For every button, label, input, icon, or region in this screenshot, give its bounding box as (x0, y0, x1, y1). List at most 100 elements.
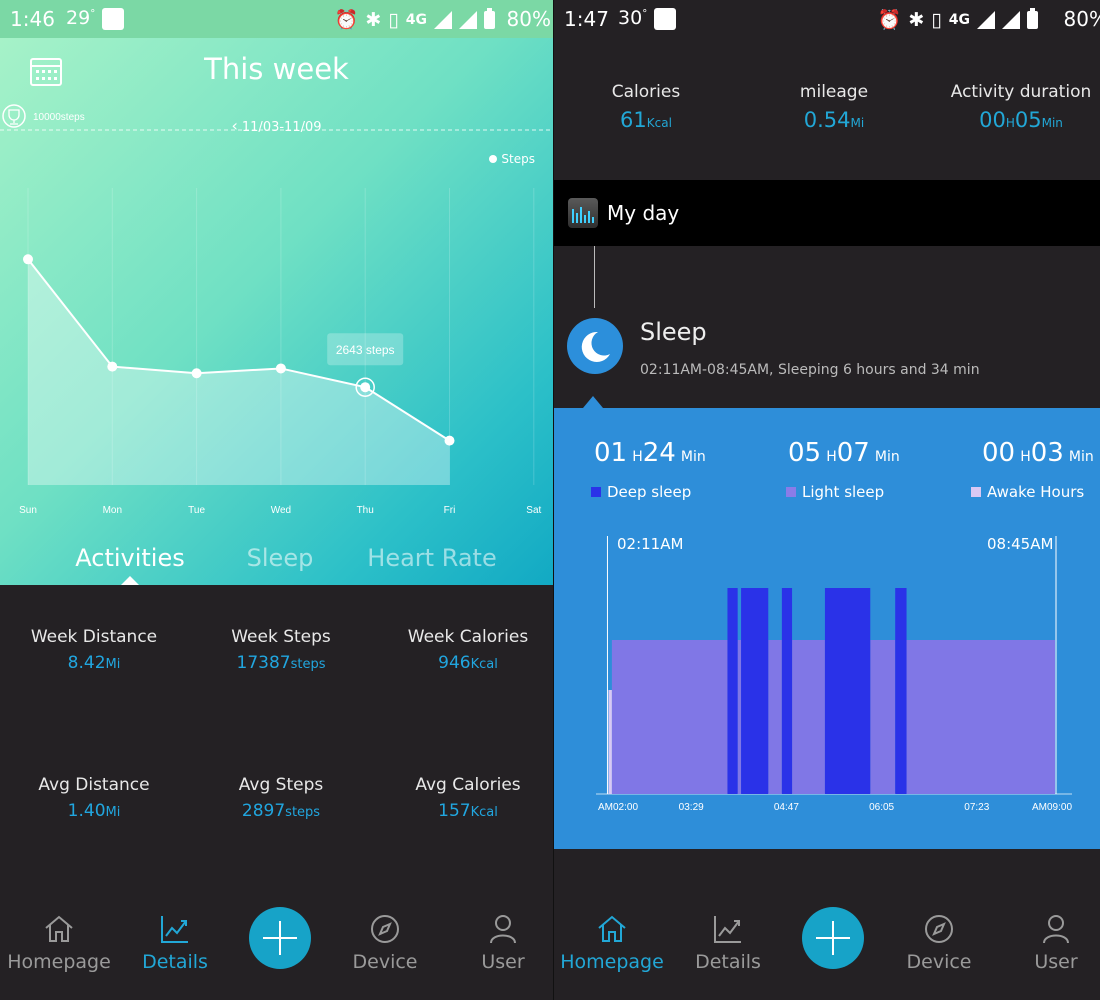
hours-unit: H (1020, 449, 1031, 465)
duration-hours: 00 (982, 438, 1016, 468)
nav-label: Homepage (560, 951, 664, 973)
summary-value: 0.54Mi (739, 108, 929, 132)
stat-number: 2897 (241, 801, 286, 821)
sleep-entry[interactable]: Sleep 02:11AM-08:45AM, Sleeping 6 hours … (554, 246, 1100, 408)
nav-homepage[interactable]: Homepage (557, 907, 667, 973)
activity-bars-icon (568, 198, 598, 228)
nav-device[interactable]: Device (884, 907, 994, 973)
battery-icon (1027, 7, 1038, 29)
home-icon (557, 907, 667, 945)
stat-week-steps: Week Steps 17387steps (189, 627, 373, 673)
sleep-segment-light (737, 640, 742, 794)
duration-hours-unit: H (1005, 116, 1015, 130)
legend-label: Steps (501, 152, 535, 166)
date-range-selector[interactable]: ‹ 11/03-11/09 (0, 116, 553, 135)
stat-number: 1.40 (67, 801, 106, 821)
sleep-segment-awake (608, 690, 612, 794)
stat-label: Week Distance (30, 627, 158, 647)
nav-user[interactable]: User (448, 907, 553, 973)
alarm-icon: ⏰ (877, 9, 902, 31)
nav-label: Homepage (7, 951, 111, 973)
alarm-icon: ⏰ (334, 9, 359, 31)
sleep-segment-deep (895, 588, 907, 794)
temp-value: 29 (66, 7, 91, 29)
legend-text: Deep sleep (607, 483, 692, 501)
card-pointer (583, 396, 603, 408)
nav-label: User (481, 951, 525, 973)
status-time: 1:47 (564, 7, 609, 31)
nav-details[interactable]: Details (120, 907, 230, 973)
chevron-left-icon[interactable]: ‹ (231, 116, 237, 135)
x-tick-label: Tue (188, 505, 205, 516)
signal-icon-2 (459, 10, 477, 29)
stat-avg-steps: Avg Steps 2897steps (189, 775, 373, 821)
nav-device[interactable]: Device (330, 907, 440, 973)
sleep-segment-deep (824, 588, 871, 794)
sleep-start-label: 02:11AM (617, 535, 684, 553)
duration-minutes: 24 (642, 438, 676, 468)
signal-icon (434, 10, 452, 29)
nav-homepage[interactable]: Homepage (4, 907, 114, 973)
nav-label: Device (352, 951, 418, 973)
compass-icon (330, 907, 440, 945)
x-tick-label: Mon (103, 505, 122, 516)
bottom-nav: Homepage Details Device User (0, 895, 553, 1000)
nav-user[interactable]: User (1001, 907, 1100, 973)
nav-label: Details (695, 951, 761, 973)
nav-label: User (1034, 951, 1078, 973)
signal-icon-2 (1002, 10, 1020, 29)
data-point[interactable] (107, 361, 118, 372)
data-point[interactable] (191, 368, 202, 379)
stat-unit: steps (290, 657, 326, 672)
stat-number: 17387 (236, 653, 291, 673)
chart-x-labels: Sun Mon Tue Wed Thu Fri Sat (19, 505, 541, 516)
data-point[interactable] (444, 435, 455, 446)
x-tick-label: Sun (19, 505, 37, 516)
legend-dot (489, 155, 498, 163)
add-button[interactable] (802, 907, 864, 969)
nav-details[interactable]: Details (673, 907, 783, 973)
sleep-segment-deep (741, 588, 769, 794)
light-sleep-duration: 05 H07 Min (788, 438, 900, 468)
summary-mileage: mileage 0.54Mi (739, 82, 929, 132)
battery-percent: 80% (1063, 7, 1100, 31)
stat-unit: Mi (105, 805, 121, 820)
stat-number: 946 (438, 653, 471, 673)
sleep-segment-deep (727, 588, 738, 794)
deep-sleep-duration: 01 H24 Min (594, 438, 706, 468)
tooltip-text: 2643 steps (336, 343, 395, 357)
summary-unit: Kcal (646, 116, 672, 130)
stat-value: 8.42Mi (2, 653, 186, 673)
status-temp: 30° (618, 7, 647, 29)
data-point[interactable] (360, 382, 371, 393)
data-point[interactable] (275, 363, 286, 374)
sleep-subtitle: 02:11AM-08:45AM, Sleeping 6 hours and 34… (640, 362, 980, 378)
stat-label: Week Calories (407, 627, 529, 647)
tab-heart-rate[interactable]: Heart Rate (342, 544, 522, 572)
user-icon (1001, 907, 1100, 945)
day-summary: Calories 61Kcal mileage 0.54Mi Activity … (554, 38, 1100, 180)
x-tick-label: AM02:00 (598, 802, 638, 813)
vibrate-icon: ▯ (931, 8, 942, 31)
duration-minutes-unit: Min (1041, 116, 1063, 130)
sleep-chart-ticks: AM02:00 03:29 04:47 06:05 07:23 AM09:00 (598, 802, 1072, 813)
sleep-chart-bars (608, 588, 1055, 794)
add-button[interactable] (249, 907, 311, 969)
sleep-title: Sleep (640, 318, 707, 346)
page-title: This week (204, 52, 349, 86)
steps-area (28, 259, 450, 485)
data-point[interactable] (23, 254, 33, 265)
nav-label: Device (906, 951, 972, 973)
stat-label: Avg Distance (38, 775, 150, 795)
stat-label: Avg Steps (238, 775, 324, 795)
system-icons: ⏰ ✱ ▯ 4G (334, 7, 495, 31)
summary-number: 61 (620, 108, 647, 132)
chart-icon (120, 907, 230, 945)
moon-icon (567, 318, 623, 374)
duration-minutes: 03 (1030, 438, 1064, 468)
temp-value: 30 (618, 7, 643, 29)
stat-unit: steps (285, 805, 321, 820)
sleep-segment-light (906, 640, 1055, 794)
x-tick-label: Wed (271, 505, 291, 516)
x-tick-label: 03:29 (679, 802, 704, 813)
